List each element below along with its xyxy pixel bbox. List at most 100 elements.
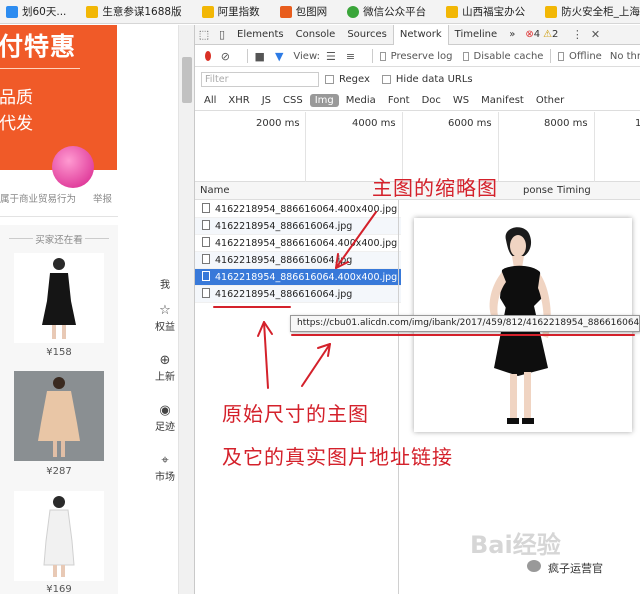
type-ws[interactable]: WS [448,94,474,107]
file-icon [202,254,210,264]
product-image[interactable] [14,491,104,581]
regex-checkbox[interactable] [325,74,334,84]
type-js[interactable]: JS [257,94,276,107]
request-row-selected[interactable]: 4162218954_886616064.400x400.jpg [195,269,401,286]
regex-label: Regex [339,73,370,85]
bookmark-icon [6,5,18,18]
tick-label: 1 [635,118,640,129]
column-divider[interactable] [398,200,399,594]
request-row[interactable]: 4162218954_886616064.400x400.jpg [195,201,401,218]
recommend-panel: 买家还在看 ¥158 ¥287 ¥169 [0,225,118,594]
promo-banner[interactable]: 付特惠 品质 代发 [0,25,117,188]
filter-icon[interactable]: ▼ [275,50,283,63]
inspect-icon[interactable]: ⬚ [195,28,213,41]
product-image[interactable] [14,371,104,461]
bookmark-item[interactable]: 山西福宝办公 [446,4,525,19]
wechat-account: 疯子运营官 [548,562,603,575]
location-pin-icon: ⌖ [161,453,169,468]
tab-timeline[interactable]: Timeline [449,25,504,45]
error-count[interactable]: 4 [534,29,540,40]
request-name: 4162218954_886616064.jpg [215,289,353,300]
banner-line: 品质 [0,88,33,108]
type-doc[interactable]: Doc [417,94,446,107]
report-link[interactable]: 举报 [93,191,112,205]
decorative-ball [52,146,94,188]
network-request-list: 4162218954_886616064.400x400.jpg 4162218… [195,201,401,303]
tab-network[interactable]: Network [392,24,449,45]
more-tabs-button[interactable]: » [503,25,521,45]
hide-data-urls-label: Hide data URLs [395,73,473,85]
tick-line [305,112,306,182]
request-name: 4162218954_886616064.jpg [215,255,353,266]
camera-icon[interactable]: ■ [255,50,265,63]
type-other[interactable]: Other [531,94,569,107]
product-price: ¥158 [46,347,72,358]
offline-label: Offline [569,50,602,62]
type-xhr[interactable]: XHR [223,94,254,107]
banner-line: 代发 [0,114,33,134]
menu-icon[interactable]: ⋮ [568,28,586,41]
side-label: 足迹 [155,422,175,433]
hide-data-urls-checkbox[interactable] [381,74,391,84]
throttle-select[interactable]: No thr [610,51,640,62]
close-icon[interactable]: ✕ [586,28,604,41]
separator [550,49,552,63]
tab-sources[interactable]: Sources [341,25,393,45]
file-icon [202,288,210,298]
type-css[interactable]: CSS [278,94,308,107]
dress-figure [43,496,75,577]
bookmark-icon [545,5,558,18]
bookmark-item[interactable]: 微信公众平台 [347,4,426,19]
side-item-market[interactable]: ⌖ 市场 [150,453,180,484]
side-item-benefits[interactable]: ☆ 权益 [150,303,180,334]
tab-elements[interactable]: Elements [231,25,290,45]
side-label: 权益 [155,322,175,333]
bookmark-item[interactable]: 阿里指数 [201,4,260,19]
request-row[interactable]: 4162218954_886616064.400x400.jpg [195,235,401,252]
bookmark-item[interactable]: 划60天... [6,4,66,19]
network-toolbar: ⊘ ■ ▼ View: ☰ ≡ Preserve log Disable cac… [195,46,640,67]
filter-row: Filter Regex Hide data URLs [195,68,640,90]
column-response[interactable]: ponse [523,185,553,196]
page-scrollbar[interactable] [178,25,194,594]
request-row[interactable]: 4162218954_886616064.jpg [195,252,401,269]
type-manifest[interactable]: Manifest [476,94,529,107]
bookmark-item[interactable]: 生意参谋1688版 [86,4,182,19]
device-icon[interactable]: ▯ [213,28,231,41]
type-font[interactable]: Font [383,94,415,107]
side-item-me[interactable]: 我 [150,276,180,291]
type-media[interactable]: Media [341,94,381,107]
disable-cache-checkbox[interactable] [462,51,469,61]
request-name: 4162218954_886616064.400x400.jpg [215,238,398,249]
product-image[interactable] [14,253,104,343]
record-button[interactable] [205,51,211,61]
overview-icon[interactable]: ≡ [346,50,355,63]
clear-icon[interactable]: ⊘ [221,50,230,63]
tick-line [594,112,595,182]
side-item-new[interactable]: ⊕ 上新 [150,354,180,384]
dress-figure [42,258,76,339]
annotation-original: 原始尺寸的主图 [222,402,369,426]
product-price: ¥287 [46,466,72,477]
bookmark-item[interactable]: 包图网 [279,4,327,19]
tick-label: 8000 ms [544,118,588,129]
type-all[interactable]: All [199,94,221,107]
request-row[interactable]: 4162218954_886616064.jpg [195,218,401,235]
warning-count[interactable]: 2 [552,29,558,40]
bookmark-item[interactable]: 防火安全柜_上海厂... [545,4,640,19]
side-item-history[interactable]: ◉ 足迹 [150,404,180,434]
type-img[interactable]: Img [309,94,339,107]
preserve-log-checkbox[interactable] [379,51,386,61]
offline-checkbox[interactable] [558,51,565,61]
column-timing[interactable]: Timing [557,185,591,196]
filter-input[interactable]: Filter [201,71,319,87]
wechat-icon [527,560,541,572]
large-rows-icon[interactable]: ☰ [326,50,336,63]
warning-icon: ⚠ [543,29,553,40]
scrollbar-thumb[interactable] [182,57,192,103]
request-row[interactable]: 4162218954_886616064.jpg [195,286,401,303]
request-name: 4162218954_886616064.400x400.jpg [215,204,398,215]
column-name[interactable]: Name [200,185,230,196]
star-icon: ☆ [159,303,171,318]
tab-console[interactable]: Console [290,25,342,45]
